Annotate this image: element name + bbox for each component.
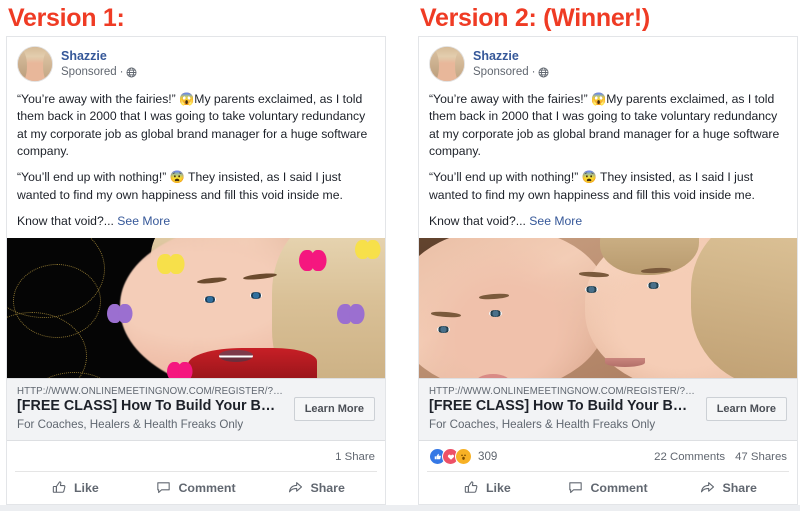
butterfly-icon [107,304,133,324]
action-bar: Like Comment Share [15,471,377,504]
share-label: Share [310,480,345,495]
share-button[interactable]: Share [256,480,377,495]
post-truncated-line: Know that void?... [429,213,526,228]
post-meta: Sponsored · [473,65,549,79]
link-title[interactable]: [FREE CLASS] How To Build Your Business [17,398,284,415]
post-paragraph-1: “You’re away with the fairies!” 😱My pare… [429,92,780,158]
see-more-link[interactable]: See More [117,214,170,228]
share-label: Share [722,480,757,495]
learn-more-button[interactable]: Learn More [293,397,375,422]
post-header: Shazzie Sponsored · [7,37,385,88]
link-description: For Coaches, Healers & Health Freaks Onl… [17,417,244,431]
link-url: HTTP://WWW.ONLINEMEETINGNOW.COM/REGISTER… [17,386,284,398]
like-label: Like [485,480,511,495]
engagement-stats-version-2: 309 22 Comments 47 Shares [419,441,797,471]
comment-label: Comment [590,480,648,495]
facebook-post-card-version-2: Shazzie Sponsored · “You’re away with th… [418,36,798,505]
link-attachment[interactable]: HTTP://WWW.ONLINEMEETINGNOW.COM/REGISTER… [7,378,385,441]
poster-name[interactable]: Shazzie [61,49,137,65]
poster-name[interactable]: Shazzie [473,49,549,65]
version-2-heading: Version 2: (Winner!) [420,4,650,32]
reaction-count: 309 [478,450,498,463]
globe-icon [126,67,137,78]
share-count: 1 Share [335,450,375,463]
avatar[interactable] [17,46,53,82]
post-image-version-2[interactable] [419,238,797,379]
post-paragraph-2: “You’ll end up with nothing!” 😨 They ins… [17,170,343,202]
post-body: “You’re away with the fairies!” 😱My pare… [419,88,797,238]
avatar[interactable] [429,46,465,82]
post-truncated-line: Know that void?... [17,213,114,228]
share-button[interactable]: Share [668,480,789,495]
action-bar: Like Comment Share [427,471,789,504]
comparison-screenshot: Version 1: Version 2: (Winner!) Shazzie … [0,0,800,511]
share-arrow-icon [288,480,303,495]
post-paragraph-1: “You’re away with the fairies!” 😱My pare… [17,92,368,158]
see-more-link[interactable]: See More [529,214,582,228]
version-1-heading: Version 1: [8,4,125,32]
post-meta: Sponsored · [61,65,137,79]
learn-more-button[interactable]: Learn More [705,397,787,422]
comment-count: 22 Comments [654,450,726,463]
post-header: Shazzie Sponsored · [419,37,797,88]
meta-separator: · [119,66,124,79]
butterfly-icon [157,254,185,275]
globe-icon [538,67,549,78]
post-paragraph-2: “You’ll end up with nothing!” 😨 They ins… [429,170,755,202]
like-label: Like [73,480,99,495]
meta-separator: · [531,66,536,79]
wow-reaction-icon [455,448,472,465]
sponsored-label: Sponsored [473,66,529,79]
comment-button[interactable]: Comment [548,480,669,495]
butterfly-icon [299,250,327,272]
thumbs-up-icon [464,480,479,495]
share-arrow-icon [700,480,715,495]
comment-bubble-icon [156,480,171,495]
comment-button[interactable]: Comment [136,480,257,495]
post-paragraph-3: Know that void?... See More [17,213,375,230]
comment-bubble-icon [568,480,583,495]
comment-label: Comment [178,480,236,495]
engagement-stats-version-1: 1 Share [7,441,385,471]
post-paragraph-3: Know that void?... See More [429,213,787,230]
like-button[interactable]: Like [15,480,136,495]
link-url: HTTP://WWW.ONLINEMEETINGNOW.COM/REGISTER… [429,386,696,398]
share-count: 47 Shares [735,450,787,463]
butterfly-icon [355,240,381,260]
butterfly-icon [167,362,193,379]
post-image-version-1[interactable] [7,238,385,379]
link-attachment[interactable]: HTTP://WWW.ONLINEMEETINGNOW.COM/REGISTER… [419,378,797,441]
sponsored-label: Sponsored [61,66,117,79]
thumbs-up-icon [52,480,67,495]
reaction-icons[interactable]: 309 [429,448,497,465]
link-title[interactable]: [FREE CLASS] How To Build Your Business [429,398,696,415]
post-body: “You’re away with the fairies!” 😱My pare… [7,88,385,238]
facebook-post-card-version-1: Shazzie Sponsored · “You’re away with th… [6,36,386,505]
butterfly-icon [337,304,365,325]
link-description: For Coaches, Healers & Health Freaks Onl… [429,417,656,431]
like-button[interactable]: Like [427,480,548,495]
page-footer-band [0,505,800,511]
